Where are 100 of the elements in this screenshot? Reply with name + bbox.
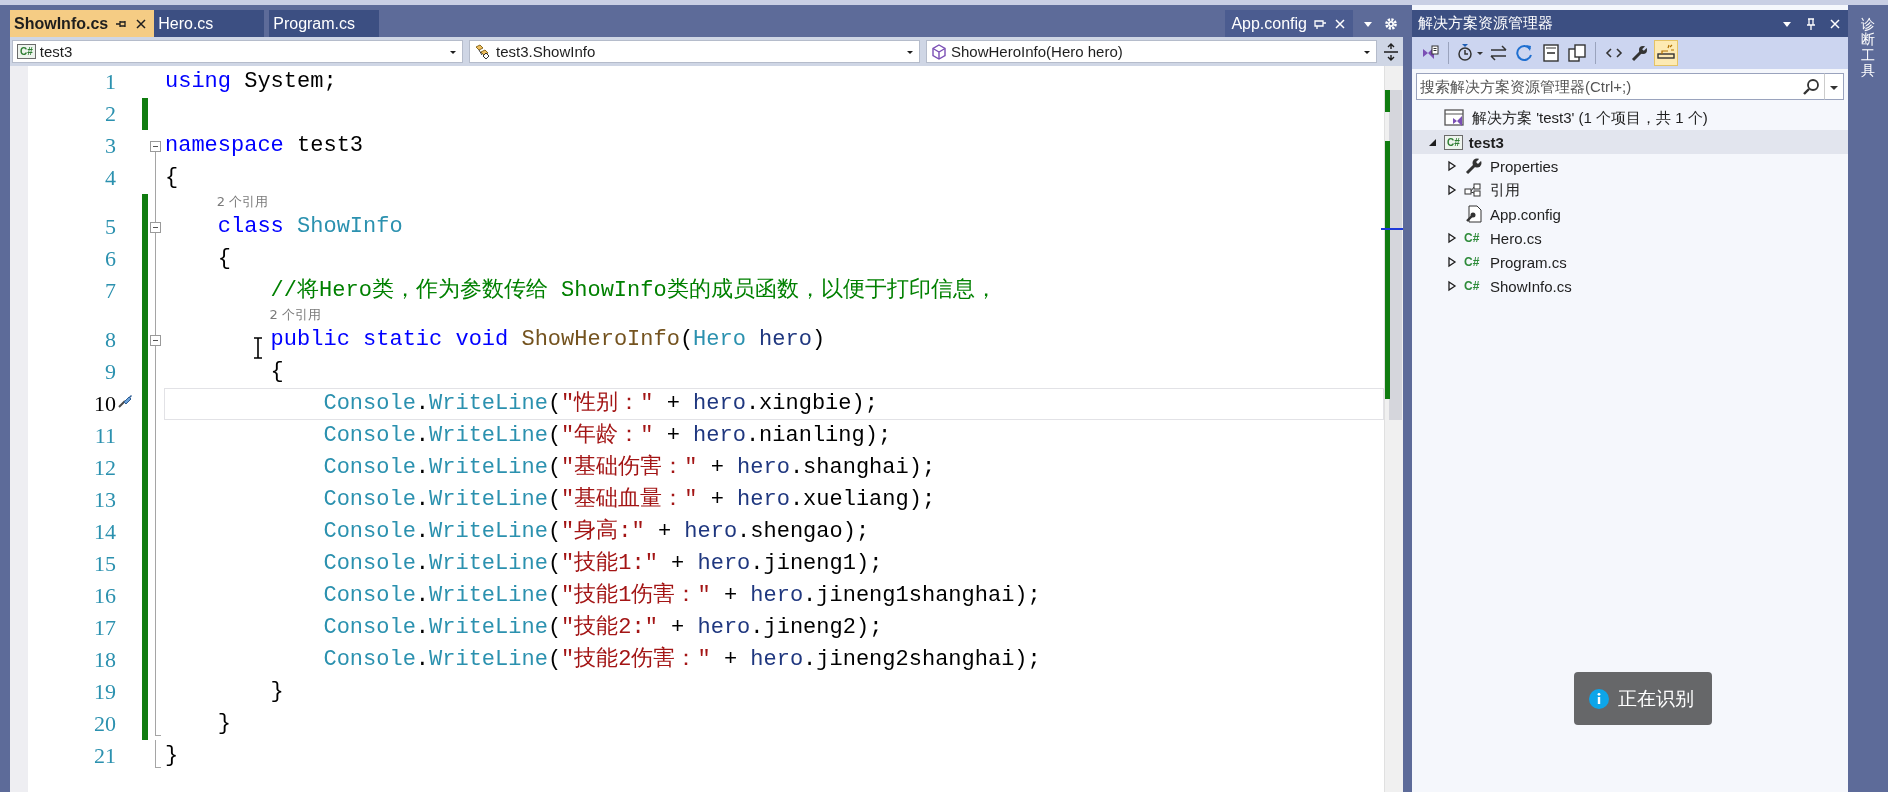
code-line: Console.WriteLine("技能2:" + hero.jineng2); (322, 614, 883, 642)
code-line: class ShowInfo (216, 213, 403, 241)
show-all-files-icon (1567, 43, 1587, 63)
line-number: 8 (105, 326, 116, 354)
line-number: 15 (94, 550, 116, 578)
refresh-icon (1515, 43, 1535, 63)
csharp-project-icon: C# (17, 44, 36, 59)
code-line: { (269, 358, 284, 386)
info-icon (1588, 687, 1610, 710)
code-line: public static void ShowHeroInfo(Hero hero) (269, 326, 826, 354)
line-number: 6 (105, 245, 116, 273)
line-number: 11 (94, 422, 116, 450)
sync-icon (1489, 43, 1509, 63)
class-icon (474, 43, 492, 60)
preview-button[interactable] (1654, 40, 1678, 66)
collapse-all-icon (1541, 43, 1561, 63)
line-number: 5 (105, 213, 116, 241)
code-line: } (269, 678, 284, 706)
file-tab[interactable]: Hero.cs (154, 10, 265, 37)
line-number: 21 (94, 742, 116, 770)
line-number: 10 (94, 390, 116, 418)
pin-icon[interactable] (1804, 16, 1818, 31)
line-number: 13 (94, 486, 116, 514)
collapse-icon[interactable] (150, 141, 161, 152)
toast: 正在识别 (1574, 672, 1712, 725)
tree-item[interactable]: 引用 (1412, 178, 1848, 202)
code-line: Console.WriteLine("基础血量：" + hero.xueliang); (322, 486, 936, 514)
screwdriver-icon[interactable] (116, 392, 134, 410)
code-line: //将Hero类，作为参数传给 ShowInfo类的成员函数，以便于打印信息， (269, 277, 997, 305)
panel-title: 解决方案资源管理器 (1418, 14, 1553, 33)
caret-icon (1476, 49, 1484, 57)
code-line: Console.WriteLine("基础伤害：" + hero.shanghai); (322, 453, 936, 482)
caret-marker (1381, 228, 1403, 230)
tree-item[interactable]: 解决方案 'test3' (1 个项目，共 1 个) (1412, 106, 1848, 130)
settings-icon[interactable] (1383, 15, 1399, 32)
line-number: 19 (94, 678, 116, 706)
wrench-icon (1464, 157, 1484, 175)
line-number: 1 (105, 68, 116, 96)
search-field[interactable]: 搜索解决方案资源管理器(Ctrl+;) (1416, 73, 1798, 100)
collapse-icon[interactable] (150, 222, 161, 233)
csharp-project-icon: C# (1444, 134, 1463, 150)
preview-tab[interactable]: App.config (1225, 10, 1353, 37)
type-dropdown[interactable]: test3.ShowInfo (469, 40, 920, 63)
tree-item[interactable]: C# Program.cs (1412, 250, 1848, 274)
close-icon[interactable] (1333, 16, 1347, 31)
collapsed-arrow-icon[interactable] (1446, 160, 1458, 172)
code-line: { (216, 245, 231, 273)
solution-icon (1444, 108, 1466, 128)
line-number: 7 (105, 277, 116, 305)
line-number: 18 (94, 646, 116, 674)
code-line: Console.WriteLine("性别：" + hero.xingbie); (322, 390, 878, 418)
line-number: 3 (105, 132, 116, 160)
change-mark (1385, 90, 1390, 112)
close-icon[interactable] (134, 16, 149, 31)
code-line: Console.WriteLine("年龄：" + hero.nianling); (322, 422, 892, 450)
collapsed-arrow-icon[interactable] (1446, 256, 1458, 268)
cube-icon (931, 43, 947, 60)
collapsed-arrow-icon[interactable] (1446, 280, 1458, 292)
code-line: Console.WriteLine("技能1:" + hero.jineng1); (322, 550, 883, 578)
line-number: 9 (105, 358, 116, 386)
search-icon (1802, 77, 1820, 96)
code-line: Console.WriteLine("身高:" + hero.shengao); (322, 517, 870, 546)
line-number: 14 (94, 518, 116, 546)
code-line: Console.WriteLine("技能2伤害：" + hero.jineng2shanghai); (322, 645, 1041, 674)
file-tab[interactable]: Program.cs (269, 10, 380, 37)
tree-item[interactable]: App.config (1412, 202, 1848, 226)
collapsed-arrow-icon[interactable] (1446, 232, 1458, 244)
file-tab[interactable]: ShowInfo.cs (10, 10, 155, 37)
tree-item[interactable]: C# test3 (1412, 130, 1848, 154)
reference-count-link[interactable]: 2 个引用 (269, 306, 321, 324)
line-number: 20 (94, 710, 116, 738)
line-number: 2 (105, 100, 116, 128)
line-number: 4 (105, 164, 116, 192)
line-number: 16 (94, 582, 116, 610)
references-icon (1464, 181, 1484, 199)
split-window-icon[interactable] (1383, 42, 1399, 61)
project-dropdown[interactable]: C# test3 (12, 40, 463, 63)
scrollbar[interactable] (1384, 66, 1403, 792)
line-number: 12 (94, 454, 116, 482)
close-icon[interactable] (1828, 16, 1842, 31)
csharp-file-icon: C# (1464, 279, 1484, 293)
tree-item[interactable]: Properties (1412, 154, 1848, 178)
code-line: using System; (165, 68, 337, 96)
collapse-icon[interactable] (150, 335, 161, 346)
csharp-file-icon: C# (1464, 255, 1484, 269)
search-options-button[interactable] (1824, 73, 1844, 100)
csharp-file-icon: C# (1464, 231, 1484, 245)
code-line: } (165, 742, 179, 770)
tree-item[interactable]: C# ShowInfo.cs (1412, 274, 1848, 298)
properties-icon (1630, 43, 1650, 63)
search-button[interactable] (1798, 73, 1824, 100)
tree-item[interactable]: C# Hero.cs (1412, 226, 1848, 250)
code-line: Console.WriteLine("技能1伤害：" + hero.jineng1shanghai); (322, 581, 1041, 610)
code-line: { (165, 164, 179, 192)
line-number: 17 (94, 614, 116, 642)
member-dropdown[interactable]: ShowHeroInfo(Hero hero) (926, 40, 1377, 63)
side-tab[interactable]: 诊断工具 (1861, 17, 1875, 79)
collapsed-arrow-icon[interactable] (1446, 184, 1458, 196)
code-line: namespace test3 (165, 132, 364, 160)
reference-count-link[interactable]: 2 个引用 (216, 193, 269, 211)
